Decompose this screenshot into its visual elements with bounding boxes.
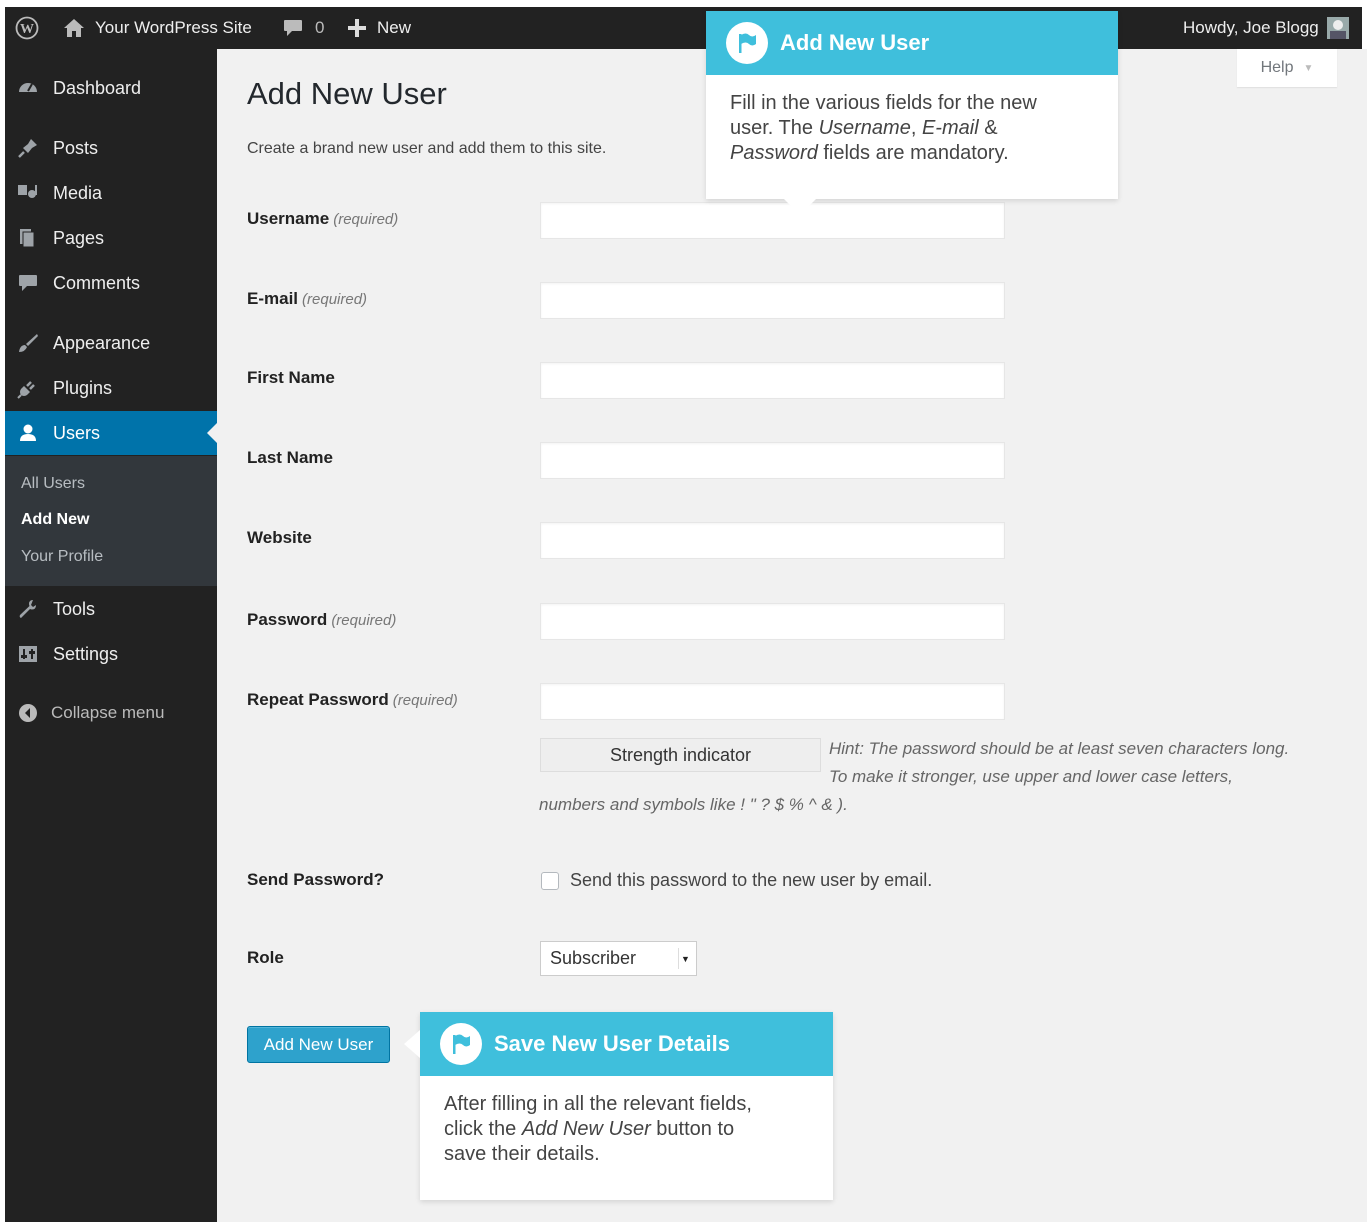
sidebar-item-posts[interactable]: Posts: [5, 126, 217, 170]
add-new-user-button[interactable]: Add New User: [247, 1026, 390, 1063]
brush-icon: [17, 332, 39, 354]
flag-icon: [440, 1023, 482, 1065]
page-title: Add New User: [247, 76, 447, 111]
email-field[interactable]: [540, 282, 1005, 319]
required-tag: (required): [302, 291, 368, 308]
svg-text:W: W: [20, 22, 34, 37]
submenu-item-all-users[interactable]: All Users: [21, 475, 85, 493]
sidebar-item-appearance[interactable]: Appearance: [5, 321, 217, 365]
required-tag: (required): [331, 612, 397, 629]
pin-icon: [17, 137, 39, 159]
media-icon: [17, 182, 39, 204]
comments-count: 0: [315, 18, 325, 37]
sidebar-item-plugins[interactable]: Plugins: [5, 366, 217, 410]
plug-icon: [17, 377, 39, 399]
flag-icon: [726, 22, 768, 64]
role-select[interactable]: Subscriber ▼: [540, 941, 697, 976]
admin-bar: W Your WordPress Site 0 New Howdy, Joe B…: [5, 7, 1362, 49]
sidebar-item-settings[interactable]: Settings: [5, 632, 217, 676]
email-label: E-mail (required): [247, 289, 368, 308]
role-label: Role: [247, 948, 284, 967]
first-name-label: First Name: [247, 368, 335, 387]
repeat-password-label: Repeat Password (required): [247, 690, 458, 709]
last-name-label: Last Name: [247, 448, 333, 467]
required-tag: (required): [392, 692, 458, 709]
required-tag: (required): [333, 211, 399, 228]
pointer-title: Save New User Details: [494, 1031, 731, 1056]
dashboard-icon: [17, 77, 39, 99]
pointer-body: Fill in the various fields for the new u…: [730, 92, 1037, 164]
password-strength-indicator: Strength indicator: [540, 738, 821, 772]
role-value: Subscriber: [550, 948, 637, 968]
submenu-item-your-profile[interactable]: Your Profile: [21, 548, 103, 566]
sidebar-item-tools[interactable]: Tools: [5, 587, 217, 631]
settings-icon: [17, 643, 39, 665]
collapse-menu-button[interactable]: Collapse menu: [5, 691, 217, 735]
first-name-field[interactable]: [540, 362, 1005, 399]
caret-down-icon: ▼: [1303, 62, 1314, 74]
site-name: Your WordPress Site: [95, 18, 252, 37]
comment-icon: [283, 19, 303, 37]
collapse-arrow-icon: [17, 702, 39, 724]
username-label: Username (required): [247, 209, 399, 228]
sidebar-item-media[interactable]: Media: [5, 171, 217, 215]
pages-icon: [17, 227, 39, 249]
wordpress-logo-icon[interactable]: W: [15, 7, 39, 49]
save-user-pointer: Save New User Details After filling in a…: [404, 1012, 833, 1200]
users-submenu: All Users Add New Your Profile: [5, 456, 217, 586]
sidebar-item-dashboard[interactable]: Dashboard: [5, 66, 217, 110]
send-password-text[interactable]: Send this password to the new user by em…: [570, 870, 932, 891]
pointer-header: Add New User: [706, 11, 1118, 75]
send-password-checkbox[interactable]: [541, 872, 559, 890]
add-user-pointer: Add New User Fill in the various fields …: [706, 11, 1118, 215]
help-label: Help: [1260, 59, 1294, 76]
password-label: Password (required): [247, 610, 397, 629]
send-password-label: Send Password?: [247, 870, 384, 889]
password-field[interactable]: [540, 603, 1005, 640]
password-hint-line-1: Hint: The password should be at least se…: [829, 739, 1290, 758]
password-hint-line-2: To make it stronger, use upper and lower…: [829, 767, 1233, 786]
home-icon: [63, 18, 85, 38]
site-name-link[interactable]: Your WordPress Site: [63, 7, 252, 49]
page-description: Create a brand new user and add them to …: [247, 140, 607, 157]
sidebar-item-pages[interactable]: Pages: [5, 216, 217, 260]
admin-sidebar: Dashboard Posts Media Pages Comments App…: [5, 49, 217, 1222]
website-field[interactable]: [540, 522, 1005, 559]
comments-link[interactable]: 0: [283, 7, 324, 49]
website-label: Website: [247, 528, 312, 547]
user-icon: [17, 422, 39, 444]
last-name-field[interactable]: [540, 442, 1005, 479]
sidebar-item-comments[interactable]: Comments: [5, 261, 217, 305]
my-account-link[interactable]: Howdy, Joe Blogg: [1183, 7, 1349, 49]
greeting: Howdy, Joe Blogg: [1183, 18, 1319, 37]
username-field[interactable]: [540, 202, 1005, 239]
new-label: New: [377, 18, 412, 37]
dropdown-arrow-icon: ▼: [678, 948, 692, 969]
pointer-body: After filling in all the relevant fields…: [444, 1093, 752, 1165]
password-hint-line-3: numbers and symbols like ! " ? $ % ^ & )…: [539, 795, 848, 814]
help-tab-button[interactable]: Help ▼: [1237, 49, 1337, 87]
wrench-icon: [17, 598, 39, 620]
repeat-password-field[interactable]: [540, 683, 1005, 720]
avatar: [1326, 17, 1349, 39]
new-content-link[interactable]: New: [347, 7, 411, 49]
comment-icon: [17, 272, 39, 294]
submenu-item-add-new[interactable]: Add New: [21, 511, 89, 529]
pointer-title: Add New User: [780, 30, 930, 55]
pointer-header: Save New User Details: [420, 1012, 833, 1076]
plus-icon: [347, 18, 367, 38]
sidebar-item-users[interactable]: Users: [5, 411, 217, 455]
